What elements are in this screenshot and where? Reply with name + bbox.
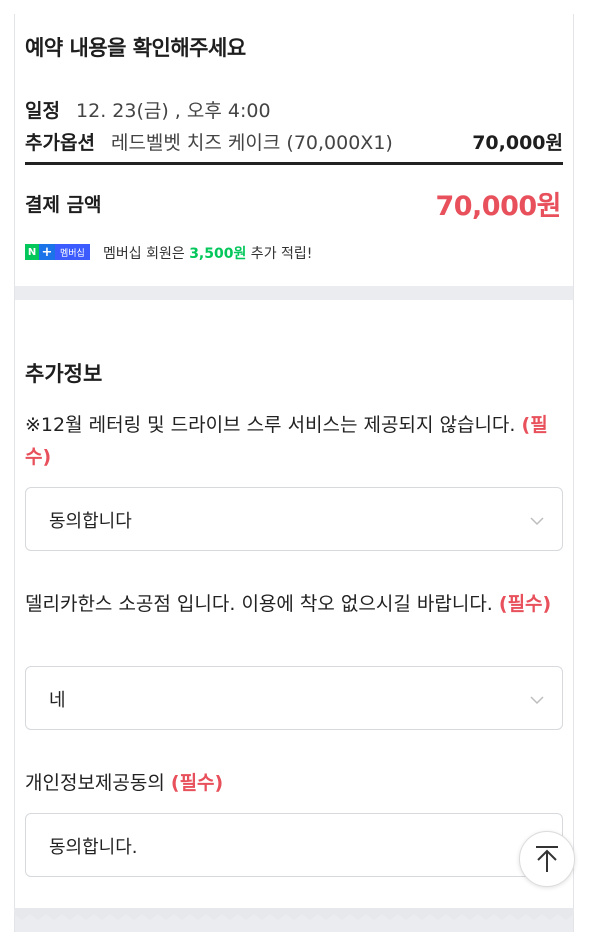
question-2: 델리카한스 소공점 입니다. 이용에 착오 없으시길 바랍니다. (필수) <box>25 588 570 620</box>
membership-points: 3,500원 <box>189 246 247 262</box>
naver-membership-badge: N + 멤버십 <box>25 244 90 260</box>
option-row: 추가옵션 레드벨벳 치즈 케이크 (70,000X1) 70,000원 <box>25 128 563 155</box>
reservation-summary-card: 예약 내용을 확인해주세요 일정 12. 23(금) , 오후 4:00 추가옵… <box>15 14 573 286</box>
chevron-down-icon <box>530 696 544 705</box>
schedule-label: 일정 <box>25 100 60 122</box>
extra-info-card: 추가정보 ※12월 레터링 및 드라이브 스루 서비스는 제공되지 않습니다. … <box>15 300 573 908</box>
membership-badge-text: 멤버십 <box>55 244 90 260</box>
scroll-to-top-button[interactable] <box>519 831 575 887</box>
question-3-text: 개인정보제공동의 <box>25 772 165 794</box>
plus-icon: + <box>39 244 55 260</box>
receipt-zigzag-edge <box>14 908 574 920</box>
chevron-down-icon <box>530 517 544 526</box>
question-2-text: 델리카한스 소공점 입니다. 이용에 착오 없으시길 바랍니다. <box>25 593 493 615</box>
membership-notice: 멤버십 회원은 3,500원 추가 적립! <box>103 243 312 263</box>
question-1-text: ※12월 레터링 및 드라이브 스루 서비스는 제공되지 않습니다. <box>25 414 516 436</box>
summary-title: 예약 내용을 확인해주세요 <box>25 36 246 60</box>
option-value: 레드벨벳 치즈 케이크 (70,000X1) <box>110 132 393 154</box>
question-3: 개인정보제공동의 (필수) <box>25 767 570 799</box>
payment-label: 결제 금액 <box>25 194 102 216</box>
membership-text-before: 멤버십 회원은 <box>103 246 190 262</box>
required-mark: (필수) <box>170 772 224 794</box>
confirm-select-2[interactable]: 네 <box>25 666 563 730</box>
required-mark: (필수) <box>498 593 552 615</box>
privacy-select-3[interactable]: 동의합니다. <box>25 813 563 877</box>
question-1: ※12월 레터링 및 드라이브 스루 서비스는 제공되지 않습니다. (필수) <box>25 409 570 473</box>
select-2-value: 네 <box>49 690 66 711</box>
option-amount: 70,000원 <box>472 132 563 154</box>
option-label: 추가옵션 <box>25 132 95 154</box>
select-3-value: 동의합니다. <box>49 837 138 858</box>
page-background: 예약 내용을 확인해주세요 일정 12. 23(금) , 오후 4:00 추가옵… <box>14 14 574 932</box>
arrow-up-icon <box>536 846 558 872</box>
select-1-value: 동의합니다 <box>49 511 132 532</box>
schedule-value: 12. 23(금) , 오후 4:00 <box>76 100 271 122</box>
membership-text-after: 추가 적립! <box>246 246 313 262</box>
schedule-row: 일정 12. 23(금) , 오후 4:00 <box>25 96 563 123</box>
extra-info-title: 추가정보 <box>25 362 103 386</box>
naver-n-icon: N <box>25 244 39 260</box>
agree-select-1[interactable]: 동의합니다 <box>25 487 563 551</box>
summary-divider <box>25 162 563 165</box>
payment-amount: 70,000원 <box>435 191 561 222</box>
